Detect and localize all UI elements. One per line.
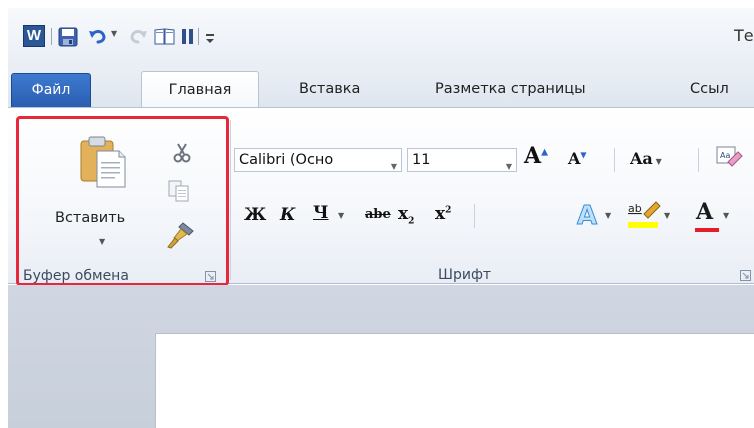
change-case-label: Aa xyxy=(630,149,653,168)
subscript-label: x xyxy=(398,204,409,224)
redo-icon[interactable] xyxy=(128,26,148,46)
paste-button-label[interactable]: Вставить xyxy=(55,210,125,226)
text-effects-icon[interactable]: A xyxy=(574,199,604,230)
tab-page-layout[interactable]: Разметка страницы xyxy=(435,73,586,108)
font-color-dropdown-icon[interactable]: ▼ xyxy=(723,211,729,220)
toolbar-separator xyxy=(614,148,615,172)
toolbar-separator xyxy=(474,204,475,228)
undo-icon[interactable] xyxy=(88,26,108,46)
clipboard-group: Вставить ▼ Буфер обмена xyxy=(16,116,229,286)
undo-dropdown-icon[interactable]: ▼ xyxy=(111,29,117,38)
clear-formatting-icon[interactable]: Aa xyxy=(714,144,744,172)
paste-icon[interactable] xyxy=(79,135,127,189)
tab-home[interactable]: Главная xyxy=(141,71,259,109)
font-color-swatch xyxy=(695,228,719,232)
text-effects-dropdown-icon[interactable]: ▼ xyxy=(605,211,611,220)
word-app-icon[interactable]: W xyxy=(23,25,45,47)
format-painter-icon[interactable] xyxy=(165,221,195,249)
grow-font-button[interactable]: A▲ xyxy=(524,143,548,169)
toolbar-separator xyxy=(51,28,52,45)
clipboard-group-title: Буфер обмена xyxy=(23,268,129,284)
save-icon[interactable] xyxy=(58,27,78,47)
grow-font-label: A xyxy=(524,143,542,169)
superscript-label: x xyxy=(435,204,446,224)
paste-dropdown-icon[interactable]: ▼ xyxy=(99,237,105,246)
svg-text:ab: ab xyxy=(628,202,642,215)
toolbar-separator xyxy=(698,148,699,172)
highlight-icon[interactable]: ab xyxy=(626,198,662,230)
ribbon: Вставить ▼ Буфер обмена Calibri (Осно ▼ … xyxy=(8,107,754,286)
font-size-value: 11 xyxy=(412,152,431,168)
superscript-button[interactable]: x2 xyxy=(435,204,451,224)
font-group-title: Шрифт xyxy=(438,267,492,283)
change-case-button[interactable]: Aa ▼ xyxy=(630,149,662,168)
font-size-combobox[interactable]: 11 ▼ xyxy=(407,148,517,172)
dialog-launcher-icon[interactable] xyxy=(740,270,751,281)
document-workspace xyxy=(8,285,754,428)
document-columns-icon[interactable] xyxy=(181,28,195,45)
italic-button[interactable]: К xyxy=(280,205,295,225)
font-name-dropdown-icon[interactable]: ▼ xyxy=(391,156,397,171)
ribbon-tabs: Файл Главная Вставка Разметка страницы С… xyxy=(8,68,754,109)
font-name-combobox[interactable]: Calibri (Осно ▼ xyxy=(234,148,402,172)
word-window: W ▼ Те Файл Главная Вставка Разметка стр… xyxy=(8,8,754,428)
tab-references[interactable]: Ссыл xyxy=(690,73,729,108)
toolbar-separator xyxy=(198,28,199,45)
svg-text:Aa: Aa xyxy=(720,151,730,160)
book-icon[interactable] xyxy=(153,26,177,46)
shrink-font-label: A xyxy=(568,149,581,168)
customize-icon[interactable] xyxy=(204,28,216,46)
shrink-font-button[interactable]: A▼ xyxy=(568,149,587,168)
underline-button[interactable]: Ч xyxy=(313,203,329,223)
underline-dropdown-icon[interactable]: ▼ xyxy=(338,211,344,220)
tab-file[interactable]: Файл xyxy=(11,73,91,108)
window-title: Те xyxy=(734,26,754,45)
dialog-launcher-icon[interactable] xyxy=(205,271,216,282)
group-separator xyxy=(230,120,231,280)
font-name-value: Calibri (Осно xyxy=(239,152,334,168)
font-color-button[interactable]: A xyxy=(696,199,713,225)
highlight-dropdown-icon[interactable]: ▼ xyxy=(664,211,670,220)
font-size-dropdown-icon[interactable]: ▼ xyxy=(506,156,512,178)
tab-insert[interactable]: Вставка xyxy=(299,73,360,108)
bold-button[interactable]: Ж xyxy=(244,205,266,225)
strikethrough-button[interactable]: abe xyxy=(365,207,391,222)
title-bar: W ▼ Те xyxy=(8,8,754,68)
subscript-button[interactable]: x2 xyxy=(398,204,414,226)
svg-text:A: A xyxy=(577,201,597,229)
copy-icon[interactable] xyxy=(167,179,191,203)
document-page[interactable] xyxy=(155,333,754,428)
cut-icon[interactable] xyxy=(171,142,193,164)
